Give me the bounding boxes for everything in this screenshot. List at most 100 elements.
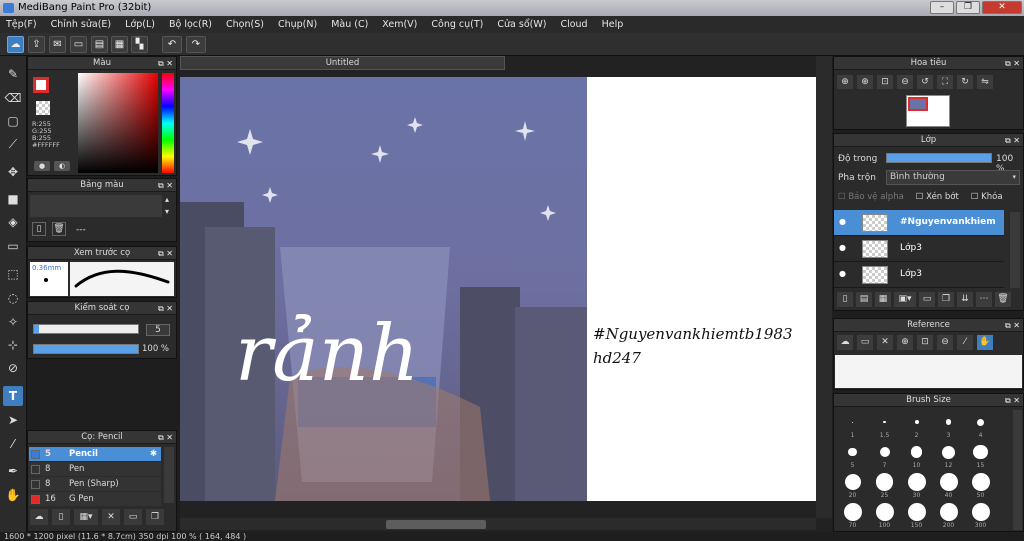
brush-size-option[interactable]: 50 <box>965 473 996 501</box>
layer-folder-icon[interactable]: ▭ <box>919 292 935 307</box>
menu-help[interactable]: Help <box>602 19 624 30</box>
brush-size-option[interactable]: 1.5 <box>869 413 900 441</box>
menu-color[interactable]: Màu (C) <box>331 19 368 30</box>
maximize-button[interactable]: ❐ <box>956 1 980 14</box>
brush-size-option[interactable]: 1 <box>837 413 868 441</box>
reference-view[interactable] <box>835 355 1022 388</box>
brush-list-item[interactable]: 8 Pen <box>29 462 161 476</box>
brush-size-option[interactable]: 150 <box>901 503 932 531</box>
new-layer-icon[interactable]: ▯ <box>837 292 853 307</box>
brush-size-option[interactable]: 200 <box>933 503 964 531</box>
zoom-out-icon[interactable]: ⊖ <box>897 75 913 89</box>
background-color-swatch[interactable] <box>36 101 50 115</box>
zoom-out-reference-icon[interactable]: ⊖ <box>937 335 953 350</box>
merge-layer-icon[interactable]: ⇊ <box>957 292 973 307</box>
fit-window-icon[interactable]: ⛶ <box>937 75 953 89</box>
reset-color-icon[interactable]: ◐ <box>54 161 70 171</box>
close-reference-icon[interactable]: ✕ <box>877 335 893 350</box>
delete-layer-icon[interactable]: 🗑 <box>995 292 1011 307</box>
horizontal-scroll-thumb[interactable] <box>386 520 486 529</box>
brush-size-option[interactable]: 40 <box>933 473 964 501</box>
select-pen-icon[interactable]: ⊹ <box>3 335 23 355</box>
foreground-color-swatch[interactable] <box>33 77 49 93</box>
navigator-thumbnail[interactable] <box>906 95 950 127</box>
operation-tool-icon[interactable]: ➤ <box>3 410 23 430</box>
chat-icon[interactable]: ✉ <box>49 36 66 53</box>
eraser-tool-icon[interactable]: ⌫ <box>3 88 23 108</box>
brush-size-option[interactable]: 4 <box>965 413 996 441</box>
rotate-left-icon[interactable]: ↺ <box>917 75 933 89</box>
delete-brush-icon[interactable]: ✕ <box>102 509 120 525</box>
menu-file[interactable]: Tệp(F) <box>6 19 37 30</box>
lasso-icon[interactable]: ◌ <box>3 288 23 308</box>
undo-icon[interactable]: ↶ <box>162 36 182 53</box>
layer-visibility-icon[interactable]: ● <box>839 269 846 278</box>
swap-color-icon[interactable]: ● <box>34 161 50 171</box>
brush-size-option[interactable]: 7 <box>869 443 900 471</box>
brush-size-option[interactable]: 15 <box>965 443 996 471</box>
panels-icon[interactable]: ▚ <box>131 36 148 53</box>
redo-icon[interactable]: ↷ <box>186 36 206 53</box>
dot-tool-icon[interactable]: ⟋ <box>3 134 23 154</box>
panel-float-close-icon[interactable]: ⧉ ✕ <box>1005 57 1020 70</box>
bucket-tool-icon[interactable]: ◈ <box>3 212 23 232</box>
brush-size-scrollbar[interactable] <box>1013 410 1022 530</box>
fill-shape-tool-icon[interactable]: ■ <box>3 189 23 209</box>
pen-icon[interactable]: ✒ <box>3 461 23 481</box>
navigator-view-rect[interactable] <box>908 97 928 111</box>
brush-size-option[interactable]: 70 <box>837 503 868 531</box>
menu-tools[interactable]: Công cụ(T) <box>431 19 483 30</box>
cloud-brush-icon[interactable]: ☁ <box>30 509 48 525</box>
hand-reference-icon[interactable]: ✋ <box>977 335 993 350</box>
blend-mode-select[interactable]: Bình thường ▾ <box>886 170 1020 185</box>
zoom-in-icon[interactable]: ⊕ <box>837 75 853 89</box>
menu-select[interactable]: Chọn(S) <box>226 19 264 30</box>
brush-size-option[interactable]: 100 <box>869 503 900 531</box>
layer-visibility-icon[interactable]: ● <box>839 243 846 252</box>
brush-size-slider[interactable] <box>33 324 139 334</box>
text-tool-icon[interactable]: T <box>3 386 23 406</box>
panel-float-close-icon[interactable]: ⧉ ✕ <box>158 247 173 260</box>
delete-palette-icon[interactable]: 🗑 <box>52 222 66 236</box>
layer-row[interactable]: ● #Nguyenvankhiem <box>834 210 1004 236</box>
scroll-up-icon[interactable]: ▴ <box>165 195 169 204</box>
layer-list-scrollbar[interactable] <box>1010 212 1020 288</box>
brush-size-option[interactable]: 2 <box>901 413 932 441</box>
panel-float-close-icon[interactable]: ⧉ ✕ <box>1005 134 1020 147</box>
page-icon[interactable]: ▤ <box>91 36 108 53</box>
brush-size-option[interactable]: 10 <box>901 443 932 471</box>
lock-checkbox[interactable]: ☐ Khóa <box>971 192 1003 202</box>
minimize-button[interactable]: – <box>930 1 954 14</box>
menu-filter[interactable]: Bộ lọc(R) <box>169 19 212 30</box>
fit-reference-icon[interactable]: ⊡ <box>917 335 933 350</box>
zoom-in-reference-icon[interactable]: ⊕ <box>897 335 913 350</box>
layer-opacity-slider[interactable] <box>886 153 992 163</box>
brush-size-option[interactable]: 25 <box>869 473 900 501</box>
artwork[interactable]: rảnh #Nguyenvankhiemtb1983 hd247 <box>180 77 816 501</box>
rotate-right-icon[interactable]: ↻ <box>957 75 973 89</box>
panel-float-close-icon[interactable]: ⧉ ✕ <box>158 302 173 315</box>
brush-opacity-slider[interactable] <box>33 344 139 354</box>
menu-snap[interactable]: Chụp(N) <box>278 19 317 30</box>
document-icon[interactable]: ▭ <box>70 36 87 53</box>
new-halftone-layer-icon[interactable]: ▤ <box>856 292 872 307</box>
clipping-checkbox[interactable]: ☐ Xén bớt <box>916 192 959 202</box>
panel-float-close-icon[interactable]: ⧉ ✕ <box>158 431 173 444</box>
add-layer-menu-icon[interactable]: ▣▾ <box>894 292 916 307</box>
brush-size-value[interactable]: 5 <box>146 324 170 336</box>
eyedropper-icon[interactable]: ⁄ <box>3 434 23 454</box>
close-button[interactable]: ✕ <box>982 1 1022 14</box>
saturation-value-picker[interactable] <box>78 73 158 173</box>
menu-cloud[interactable]: Cloud <box>560 19 587 30</box>
folder-icon[interactable]: ▭ <box>124 509 142 525</box>
brush-size-option[interactable]: 20 <box>837 473 868 501</box>
canvas-area[interactable]: Untitled rảnh #Nguyenvankhiemtb1983 hd24… <box>180 56 832 532</box>
brush-size-option[interactable]: 3 <box>933 413 964 441</box>
cloud-reference-icon[interactable]: ☁ <box>837 335 853 350</box>
flip-icon[interactable]: ⇋ <box>977 75 993 89</box>
select-rect-icon[interactable]: ⬚ <box>3 264 23 284</box>
panel-float-close-icon[interactable]: ⧉ ✕ <box>158 179 173 192</box>
open-reference-icon[interactable]: ▭ <box>857 335 873 350</box>
brush-list-item[interactable]: 5 Pencil ✱ <box>29 447 161 461</box>
grid-icon[interactable]: ▦ <box>111 36 128 53</box>
